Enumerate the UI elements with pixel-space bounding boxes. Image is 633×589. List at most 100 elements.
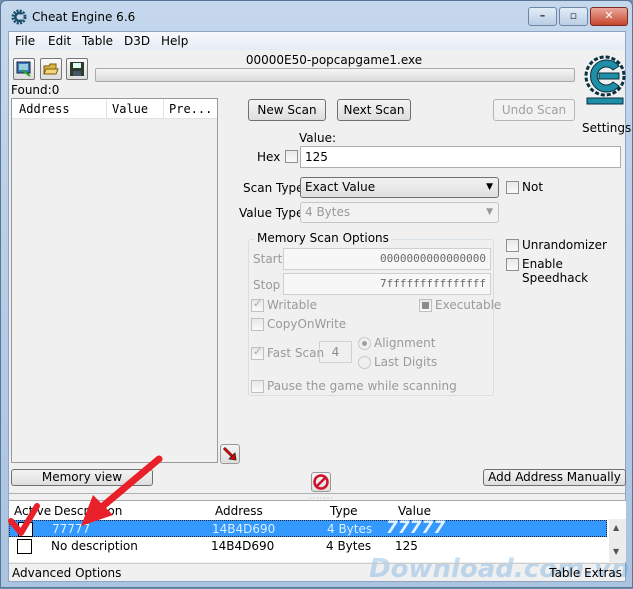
value-type-value: 4 Bytes (305, 205, 351, 219)
red-arrow-icon (222, 446, 237, 461)
fast-scan-checkbox[interactable]: ✓ (251, 345, 264, 360)
close-icon: ✕ (604, 9, 614, 22)
alignment-radio[interactable] (358, 337, 371, 350)
column-type[interactable]: Type (330, 504, 358, 518)
maximize-button[interactable]: ▫ (559, 7, 588, 26)
menu-table[interactable]: Table (82, 34, 113, 48)
new-scan-button[interactable]: New Scan (248, 99, 326, 121)
scroll-up-icon[interactable]: ▲ (613, 523, 619, 532)
maximize-icon: ▫ (569, 9, 578, 22)
scan-type-select[interactable]: Exact Value ▼ (300, 177, 499, 198)
fast-scan-label: Fast Scan (267, 346, 325, 360)
not-label: Not (522, 180, 544, 194)
table-row[interactable]: No description 14B4D690 4 Bytes 125 (9, 538, 607, 555)
copy-to-table-button[interactable] (220, 444, 240, 464)
window-title: Cheat Engine 6.6 (32, 10, 136, 24)
add-address-manually-button[interactable]: Add Address Manually (483, 469, 626, 486)
value-input[interactable]: 125 (300, 146, 621, 168)
column-value[interactable]: Value (112, 102, 148, 116)
value-label: Value: (299, 131, 336, 145)
row-value: 125 (395, 539, 418, 553)
memory-view-button[interactable]: Memory view (11, 469, 153, 486)
last-digits-label: Last Digits (374, 355, 438, 369)
found-count: Found:0 (11, 83, 60, 97)
minimize-button[interactable]: – (528, 7, 557, 26)
row-address: 14B4D690 (212, 522, 276, 536)
open-process-icon (16, 61, 31, 77)
column-address[interactable]: Address (215, 504, 263, 518)
unrandomizer-label: Unrandomizer (522, 238, 607, 252)
found-results-list[interactable]: Address Value Pre... (11, 98, 218, 463)
column-description[interactable]: Description (54, 504, 122, 518)
save-button[interactable] (66, 58, 88, 80)
clear-list-button[interactable] (311, 472, 331, 492)
menu-bar: File Edit Table D3D Help (9, 32, 625, 50)
column-address[interactable]: Address (19, 102, 70, 116)
open-folder-icon (43, 63, 59, 75)
cheat-engine-window: Cheat Engine 6.6 – ▫ ✕ File Edit Table D… (0, 0, 633, 588)
start-address-input[interactable]: 0000000000000000 (283, 248, 491, 270)
row-type: 4 Bytes (327, 522, 373, 536)
stop-label: Stop (253, 278, 281, 292)
found-list-header: Address Value Pre... (12, 99, 217, 119)
scan-type-label: Scan Type (243, 181, 304, 195)
writable-checkbox[interactable]: ✓ (251, 297, 264, 312)
close-button[interactable]: ✕ (590, 7, 628, 26)
speedhack-label: Enable Speedhack (522, 257, 589, 285)
scan-progress-bar (95, 68, 575, 82)
settings-label[interactable]: Settings (582, 121, 631, 135)
column-previous[interactable]: Pre... (169, 102, 212, 116)
scan-type-value: Exact Value (305, 180, 376, 194)
table-extras-link[interactable]: Table Extras (549, 566, 622, 580)
title-bar[interactable]: Cheat Engine 6.6 – ▫ ✕ (1, 1, 632, 31)
open-file-button[interactable] (40, 58, 62, 80)
last-digits-radio[interactable] (358, 356, 371, 369)
cheat-engine-logo-icon[interactable] (583, 54, 627, 110)
pause-game-label: Pause the game while scanning (267, 379, 457, 393)
row-description: No description (51, 539, 138, 553)
next-scan-button[interactable]: Next Scan (337, 99, 411, 121)
menu-edit[interactable]: Edit (48, 34, 71, 48)
pause-game-checkbox[interactable] (251, 380, 264, 393)
undo-scan-button[interactable]: Undo Scan (493, 99, 575, 121)
row-value: 77777 (386, 518, 446, 538)
address-table[interactable]: Active Description Address Type Value 77… (9, 500, 626, 562)
checkmark-icon: ✓ (253, 297, 263, 310)
stop-address-input[interactable]: 7fffffffffffffff (283, 273, 491, 295)
chevron-down-icon: ▼ (486, 182, 493, 192)
table-row[interactable]: 77777 14B4D690 4 Bytes 77777 (9, 518, 607, 538)
menu-d3d[interactable]: D3D (124, 34, 150, 48)
status-bar: Advanced Options Table Extras (9, 563, 625, 583)
active-checkbox[interactable] (18, 522, 33, 537)
menu-help[interactable]: Help (161, 34, 188, 48)
main-client-area: File Edit Table D3D Help 00000E50-popcap… (8, 31, 631, 584)
save-icon (70, 62, 84, 76)
row-description: 77777 (52, 522, 91, 536)
minimize-icon: – (539, 9, 546, 22)
unrandomizer-checkbox[interactable] (506, 239, 519, 252)
not-checkbox[interactable] (506, 181, 519, 194)
start-label: Start (253, 252, 283, 266)
column-value[interactable]: Value (398, 504, 431, 518)
active-checkbox[interactable] (17, 539, 32, 554)
row-address: 14B4D690 (211, 539, 275, 553)
value-type-select[interactable]: 4 Bytes ▼ (300, 202, 499, 223)
writable-label: Writable (267, 298, 317, 312)
executable-checkbox[interactable] (419, 299, 432, 312)
open-process-button[interactable] (13, 58, 35, 80)
menu-file[interactable]: File (15, 34, 35, 48)
hex-label: Hex (257, 150, 281, 164)
advanced-options-link[interactable]: Advanced Options (12, 566, 121, 580)
alignment-label: Alignment (374, 336, 436, 350)
fast-scan-alignment-input[interactable]: 4 (319, 341, 352, 363)
copy-on-write-label: CopyOnWrite (267, 317, 347, 331)
value-type-label: Value Type (239, 206, 304, 220)
checkmark-icon: ✓ (253, 345, 263, 358)
cheat-engine-app-icon (11, 9, 27, 25)
chevron-down-icon: ▼ (486, 207, 493, 217)
copy-on-write-checkbox[interactable] (251, 318, 264, 331)
speedhack-checkbox[interactable] (506, 258, 519, 271)
column-active[interactable]: Active (14, 504, 51, 518)
hex-checkbox[interactable] (285, 150, 298, 163)
process-name: 00000E50-popcapgame1.exe (245, 53, 423, 67)
